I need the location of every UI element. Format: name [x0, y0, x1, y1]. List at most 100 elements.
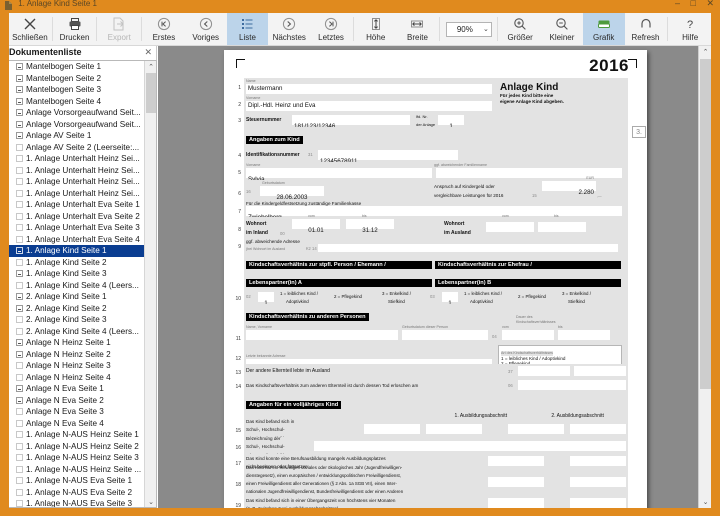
wohnort-von-field[interactable]: 01.01: [292, 219, 340, 229]
vorname-field[interactable]: Dipl.-Hdl. Heinz und Eva: [246, 101, 492, 111]
document-list-item[interactable]: Mantelbogen Seite 2: [9, 73, 144, 85]
andere-geburtsdatum-field[interactable]: [402, 330, 488, 340]
document-list-item[interactable]: Anlage N Heinz Seite 2: [9, 349, 144, 361]
document-list-item[interactable]: 1. Anlage Unterhalt Eva Seite 3: [9, 222, 144, 234]
wohnort-ausland-bis-field[interactable]: [538, 222, 586, 232]
zoom-control[interactable]: 90% ⌄: [441, 13, 496, 45]
document-preview-pane[interactable]: 2016 1 Name Mustermann: [158, 46, 711, 508]
toolbar-button-kleiner[interactable]: Kleiner: [541, 13, 583, 45]
vorname-kind-field[interactable]: Sylvia: [246, 168, 432, 178]
scroll-down-arrow-icon[interactable]: ⌄: [699, 496, 711, 508]
document-list-item[interactable]: 1. Anlage Unterhalt Heinz Sei...: [9, 188, 144, 200]
tree-expander-icon[interactable]: [16, 351, 23, 358]
scroll-down-arrow-icon[interactable]: ⌄: [145, 496, 157, 507]
steuernummer-field[interactable]: 181/123/12346: [292, 115, 410, 125]
line18-field-1[interactable]: [488, 477, 544, 487]
document-list-item[interactable]: 1. Anlage Unterhalt Heinz Sei...: [9, 176, 144, 188]
name-field[interactable]: Mustermann: [246, 84, 492, 94]
document-list-item[interactable]: Anlage N Heinz Seite 1: [9, 337, 144, 349]
toolbar-button-refresh[interactable]: Refresh: [625, 13, 667, 45]
tree-expander-icon[interactable]: [16, 397, 23, 404]
document-list-item[interactable]: 1. Anlage N-AUS Heinz Seite 3: [9, 452, 144, 464]
familienname-field[interactable]: [436, 168, 622, 178]
line19-field-1[interactable]: [488, 498, 544, 508]
geburtsdatum-field[interactable]: 28.06.2003: [260, 186, 324, 196]
toolbar-button-grafik[interactable]: Grafik: [583, 13, 625, 45]
document-list-item[interactable]: Anlage N Eva Seite 1: [9, 383, 144, 395]
document-list-item[interactable]: 1. Anlage Unterhalt Eva Seite 4: [9, 234, 144, 246]
document-list-item[interactable]: 2. Anlage Kind Seite 2: [9, 303, 144, 315]
minimize-button[interactable]: –: [671, 0, 684, 8]
tree-expander-icon[interactable]: [16, 247, 23, 254]
tree-expander-icon[interactable]: [16, 270, 23, 277]
line15-field-2a[interactable]: [508, 424, 564, 434]
lfd-nr-field[interactable]: 1: [438, 115, 464, 125]
document-tree[interactable]: Mantelbogen Seite 1Mantelbogen Seite 2Ma…: [9, 61, 144, 507]
tree-expander-icon[interactable]: [16, 98, 23, 105]
close-icon[interactable]: ✕: [144, 46, 152, 59]
document-list-item[interactable]: 2. Anlage Kind Seite 4 (Leers...: [9, 326, 144, 338]
maximize-button[interactable]: □: [687, 0, 700, 8]
document-list-item[interactable]: 1. Anlage Unterhalt Heinz Sei...: [9, 153, 144, 165]
line13-field-a[interactable]: [518, 366, 570, 376]
toolbar-button-erstes[interactable]: Erstes: [143, 13, 185, 45]
close-button[interactable]: ✕: [702, 0, 718, 8]
document-list-item[interactable]: 1. Anlage N-AUS Eva Seite 1: [9, 475, 144, 487]
toolbar-button-groesser[interactable]: Größer: [499, 13, 541, 45]
zoom-select[interactable]: 90% ⌄: [446, 22, 492, 37]
document-list-item[interactable]: Anlage N Heinz Seite 3: [9, 360, 144, 372]
line15-field-1b[interactable]: [426, 424, 482, 434]
scroll-up-arrow-icon[interactable]: ⌃: [699, 46, 711, 58]
preview-scrollbar[interactable]: ⌃ ⌄: [698, 46, 711, 508]
tree-expander-icon[interactable]: [16, 305, 23, 312]
toolbar-button-voriges[interactable]: Voriges: [185, 13, 227, 45]
document-list-item[interactable]: 1. Anlage N-AUS Heinz Seite ...: [9, 464, 144, 476]
toolbar-button-breite[interactable]: Breite: [397, 13, 439, 45]
document-list-item[interactable]: 1. Anlage Kind Seite 4 (Leers...: [9, 280, 144, 292]
line18-field-2[interactable]: [570, 477, 626, 487]
document-list-item[interactable]: Anlage N Eva Seite 4: [9, 418, 144, 430]
document-list-item[interactable]: Mantelbogen Seite 1: [9, 61, 144, 73]
tree-expander-icon[interactable]: [16, 109, 23, 116]
toolbar-button-hilfe[interactable]: ? Hilfe: [669, 13, 711, 45]
line16-field[interactable]: [314, 441, 626, 451]
tree-expander-icon[interactable]: [16, 63, 23, 70]
document-list-item[interactable]: Mantelbogen Seite 3: [9, 84, 144, 96]
document-list-scrollbar[interactable]: ⌃ ⌄: [144, 61, 156, 507]
line15-field-1a[interactable]: [364, 424, 420, 434]
scrollbar-thumb[interactable]: [700, 59, 711, 389]
line19-field-2[interactable]: [570, 498, 626, 508]
document-list-item[interactable]: Anlage N Eva Seite 2: [9, 395, 144, 407]
line17-field-2[interactable]: [570, 456, 626, 466]
tree-expander-icon[interactable]: [16, 339, 23, 346]
document-list-item[interactable]: 2. Anlage Kind Seite 3: [9, 314, 144, 326]
line13-field-b[interactable]: [574, 366, 626, 376]
document-list-item[interactable]: 1. Anlage N-AUS Heinz Seite 2: [9, 441, 144, 453]
line17-field-1[interactable]: [488, 456, 544, 466]
dauer-bis-field[interactable]: [558, 330, 610, 340]
scroll-up-arrow-icon[interactable]: ⌃: [145, 61, 157, 72]
toolbar-button-naechstes[interactable]: Nächstes: [268, 13, 310, 45]
document-list-item[interactable]: 1. Anlage N-AUS Heinz Seite 1: [9, 429, 144, 441]
document-list-item[interactable]: Anlage Vorsorgeaufwand Seit...: [9, 107, 144, 119]
document-list-item[interactable]: 1. Anlage N-AUS Eva Seite 3: [9, 498, 144, 507]
document-list-item[interactable]: Anlage AV Seite 1: [9, 130, 144, 142]
tree-expander-icon[interactable]: [16, 121, 23, 128]
tree-expander-icon[interactable]: [16, 385, 23, 392]
document-list-item[interactable]: Mantelbogen Seite 4: [9, 96, 144, 108]
document-list-item[interactable]: 1. Anlage Kind Seite 1: [9, 245, 144, 257]
wohnort-ausland-von-field[interactable]: [486, 222, 534, 232]
wohnort-bis-field[interactable]: 31.12: [346, 219, 394, 229]
document-list-item[interactable]: Anlage N Heinz Seite 4: [9, 372, 144, 384]
document-list-item[interactable]: Anlage N Eva Seite 3: [9, 406, 144, 418]
document-list-item[interactable]: 1. Anlage Unterhalt Heinz Sei...: [9, 165, 144, 177]
document-list-item[interactable]: 1. Anlage Kind Seite 2: [9, 257, 144, 269]
line14-field[interactable]: [518, 380, 626, 390]
document-list-item[interactable]: 1. Anlage Unterhalt Eva Seite 2: [9, 211, 144, 223]
document-list-item[interactable]: 1. Anlage Unterhalt Eva Seite 1: [9, 199, 144, 211]
toolbar-button-letztes[interactable]: Letztes: [310, 13, 352, 45]
document-list-item[interactable]: 1. Anlage Kind Seite 3: [9, 268, 144, 280]
kv-a-field[interactable]: 1: [258, 292, 274, 302]
scrollbar-thumb[interactable]: [146, 73, 156, 113]
toolbar-button-export[interactable]: Export: [98, 13, 140, 45]
